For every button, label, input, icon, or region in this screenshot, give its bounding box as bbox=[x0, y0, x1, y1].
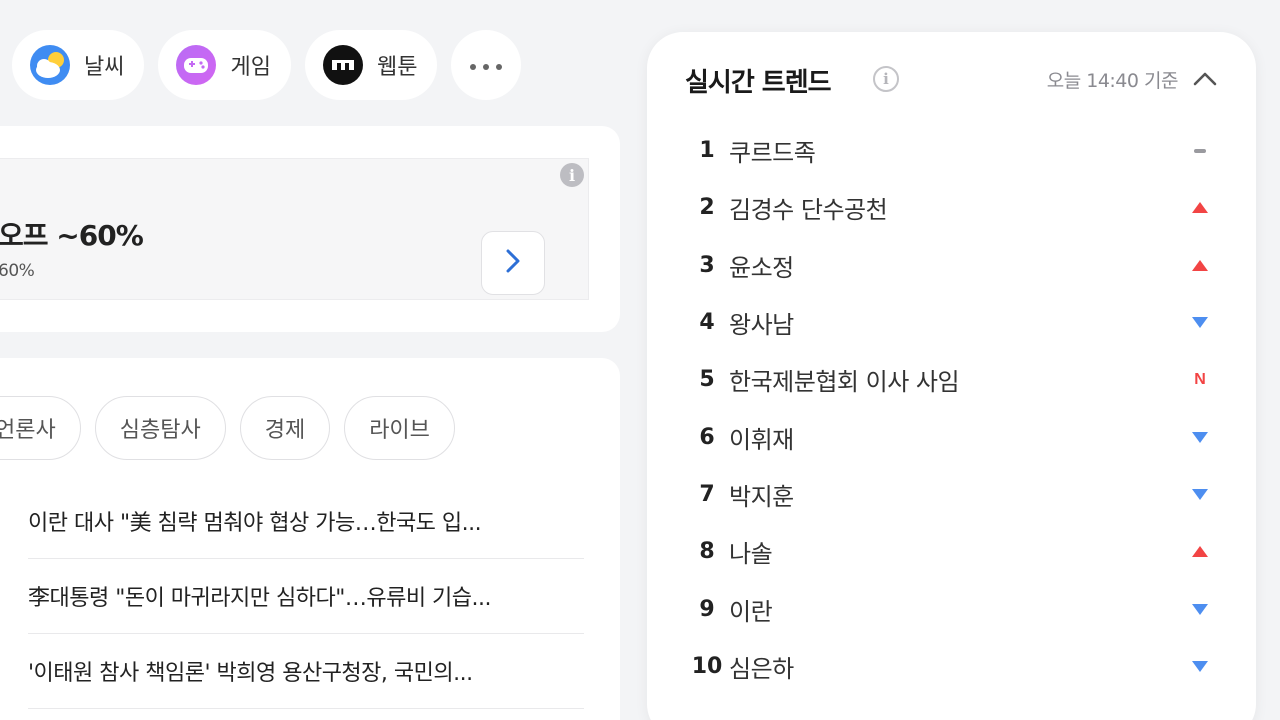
trend-keyword: 이란 bbox=[729, 597, 773, 626]
trend-item[interactable]: 3 윤소정 bbox=[685, 237, 1215, 294]
trend-item[interactable]: 8 나솔 bbox=[685, 523, 1215, 580]
down-triangle-icon bbox=[1192, 660, 1208, 672]
up-triangle-icon bbox=[1192, 259, 1208, 271]
rank-up-icon bbox=[1185, 255, 1215, 275]
ad-card: 오프 ~60% 60% i bbox=[0, 126, 620, 332]
tab-in-depth[interactable]: 심층탐사 bbox=[94, 396, 226, 460]
trend-keyword: 쿠르드족 bbox=[729, 139, 816, 168]
ad-title: 오프 ~60% bbox=[0, 219, 144, 252]
trend-list: 1 쿠르드족 2 김경수 단수공천 3 윤소정 4 왕사남 5 한국제분협회 이사 사임 N 6 이휘재… bbox=[685, 122, 1215, 695]
down-triangle-icon bbox=[1192, 431, 1208, 443]
chevron-up-icon bbox=[1192, 72, 1218, 96]
info-glyph: i bbox=[883, 70, 889, 88]
webtoon-icon bbox=[322, 45, 363, 85]
tab-economy[interactable]: 경제 bbox=[239, 396, 331, 460]
trend-title: 실시간 트렌드 bbox=[685, 68, 832, 98]
tab-live[interactable]: 라이브 bbox=[344, 396, 455, 460]
news-item[interactable]: 李대통령 "돈이 마귀라지만 심하다"…유류비 기습... bbox=[28, 559, 584, 634]
tab-press[interactable]: 언론사 bbox=[0, 396, 81, 460]
news-headline: 이란 대사 "美 침략 멈춰야 협상 가능…한국도 입... bbox=[28, 511, 482, 536]
ad-banner[interactable]: 오프 ~60% 60% bbox=[0, 158, 589, 300]
new-entry-badge: N bbox=[1185, 370, 1215, 390]
realtime-trend-panel: 실시간 트렌드 i 오늘 14:40 기준 1 쿠르드족 2 김경수 단수공천 3 윤소정… bbox=[647, 32, 1256, 720]
rank-down-icon bbox=[1185, 427, 1215, 447]
ad-info-icon[interactable]: i bbox=[560, 163, 584, 187]
up-triangle-icon bbox=[1192, 546, 1208, 558]
news-headline: 李대통령 "돈이 마귀라지만 심하다"…유류비 기습... bbox=[28, 586, 492, 611]
trend-rank: 6 bbox=[699, 424, 715, 450]
shortcut-game-label: 게임 bbox=[230, 55, 271, 80]
trend-keyword: 윤소정 bbox=[729, 253, 794, 282]
shortcut-webtoon[interactable]: 웹툰 bbox=[304, 30, 438, 100]
trend-rank: 8 bbox=[699, 539, 715, 565]
news-card: 언론사 심층탐사 경제 라이브 이란 대사 "美 침략 멈춰야 협상 가능…한국… bbox=[0, 358, 620, 720]
trend-item[interactable]: 4 왕사남 bbox=[685, 294, 1215, 351]
trend-rank: 9 bbox=[699, 596, 715, 622]
rank-down-icon bbox=[1185, 656, 1215, 676]
trend-item[interactable]: 9 이란 bbox=[685, 580, 1215, 637]
news-list: 이란 대사 "美 침략 멈춰야 협상 가능…한국도 입... 李대통령 "돈이 … bbox=[28, 484, 584, 709]
shortcut-game[interactable]: 게임 bbox=[158, 30, 291, 100]
collapse-button[interactable] bbox=[1192, 66, 1218, 92]
chevron-right-icon bbox=[504, 248, 522, 278]
trend-item[interactable]: 2 김경수 단수공천 bbox=[685, 179, 1215, 236]
ad-subtitle: 60% bbox=[0, 261, 35, 281]
up-triangle-icon bbox=[1192, 202, 1208, 214]
news-tabs: 언론사 심층탐사 경제 라이브 bbox=[0, 396, 455, 460]
news-item[interactable]: 이란 대사 "美 침략 멈춰야 협상 가능…한국도 입... bbox=[28, 484, 584, 559]
trend-rank: 1 bbox=[699, 138, 715, 164]
shortcut-webtoon-label: 웹툰 bbox=[376, 55, 418, 80]
shortcut-more-button[interactable] bbox=[451, 30, 522, 100]
trend-timestamp: 오늘 14:40 기준 bbox=[1046, 70, 1179, 92]
trend-keyword: 나솔 bbox=[729, 540, 773, 569]
info-icon[interactable]: i bbox=[873, 66, 899, 92]
trend-item[interactable]: 7 박지훈 bbox=[685, 466, 1215, 523]
rank-up-icon bbox=[1185, 542, 1215, 562]
shortcut-bar: 날씨 게임 웹툰 bbox=[12, 30, 522, 100]
rank-same-icon bbox=[1185, 141, 1215, 161]
trend-item[interactable]: 1 쿠르드족 bbox=[685, 122, 1215, 179]
shortcut-weather-label: 날씨 bbox=[84, 55, 125, 80]
rank-down-icon bbox=[1185, 313, 1215, 333]
trend-keyword: 왕사남 bbox=[729, 311, 794, 340]
down-triangle-icon bbox=[1192, 488, 1208, 500]
dash-icon bbox=[1194, 148, 1206, 153]
game-controller-icon bbox=[176, 45, 217, 85]
rank-down-icon bbox=[1185, 599, 1215, 619]
trend-item[interactable]: 5 한국제분협회 이사 사임 N bbox=[685, 351, 1215, 408]
trend-item[interactable]: 6 이휘재 bbox=[685, 408, 1215, 465]
ad-arrow-button[interactable] bbox=[481, 231, 545, 295]
down-triangle-icon bbox=[1192, 603, 1208, 615]
rank-up-icon bbox=[1185, 198, 1215, 218]
trend-item[interactable]: 10 심은하 bbox=[685, 638, 1215, 695]
trend-rank: 2 bbox=[699, 195, 715, 221]
trend-keyword: 김경수 단수공천 bbox=[729, 196, 888, 225]
news-headline: '이태원 참사 책임론' 박희영 용산구청장, 국민의... bbox=[28, 661, 473, 686]
new-label: N bbox=[1194, 370, 1206, 388]
trend-rank: 10 bbox=[691, 653, 723, 679]
weather-icon bbox=[30, 45, 70, 85]
rank-down-icon bbox=[1185, 484, 1215, 504]
trend-rank: 4 bbox=[699, 310, 715, 336]
news-item[interactable]: '이태원 참사 책임론' 박희영 용산구청장, 국민의... bbox=[28, 634, 584, 709]
trend-rank: 3 bbox=[699, 252, 715, 278]
trend-keyword: 이휘재 bbox=[729, 425, 794, 454]
more-dots-icon bbox=[468, 53, 504, 78]
trend-keyword: 한국제분협회 이사 사임 bbox=[729, 368, 960, 397]
trend-keyword: 심은하 bbox=[729, 654, 794, 683]
shortcut-weather[interactable]: 날씨 bbox=[12, 30, 145, 100]
trend-rank: 7 bbox=[699, 481, 715, 507]
ad-info-glyph: i bbox=[568, 165, 576, 185]
trend-keyword: 박지훈 bbox=[729, 482, 794, 511]
down-triangle-icon bbox=[1192, 317, 1208, 329]
trend-rank: 5 bbox=[699, 367, 715, 393]
